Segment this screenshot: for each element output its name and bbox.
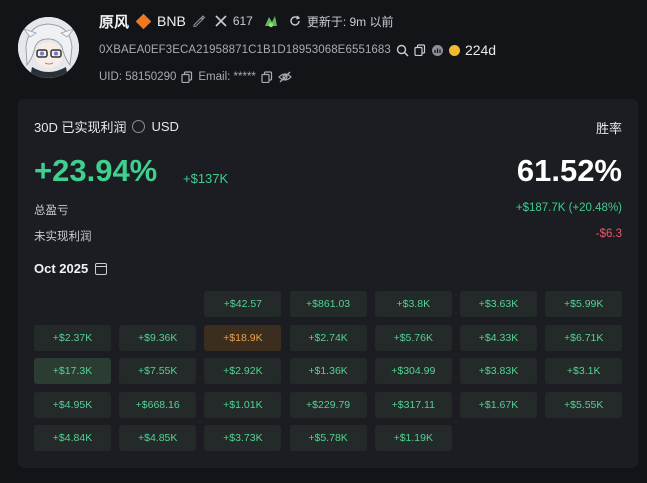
pnl-usd: +$137K (183, 171, 229, 186)
calendar-day-cell[interactable]: +$17.3K (34, 358, 111, 384)
copy-uid-icon[interactable] (181, 71, 193, 83)
calendar-day-cell[interactable]: +$2.37K (34, 324, 111, 351)
calendar-day-cell[interactable]: +$1.19K (374, 425, 452, 451)
total-pnl-label: 总盈亏 (34, 205, 69, 217)
calendar-day-cell[interactable]: +$1.67K (460, 391, 537, 418)
calendar-day-cell[interactable]: +$861.03 (289, 291, 367, 317)
currency-icon (132, 120, 146, 133)
winrate-value: 61.52% (516, 153, 622, 188)
calendar-day-cell[interactable]: +$6.71K (545, 324, 623, 351)
unrealized-label: 未实现利润 (34, 231, 92, 243)
uid-label: UID: 58150290 (99, 71, 177, 83)
calendar-day-cell[interactable]: +$4.85K (119, 425, 197, 451)
calendar-day-cell[interactable]: +$2.74K (289, 324, 367, 351)
calendar-day-cell[interactable]: +$3.8K (374, 291, 452, 317)
chain-label: BNB (157, 13, 186, 29)
calendar-day-cell[interactable]: +$5.55K (545, 391, 623, 418)
calendar-day-cell[interactable]: +$4.33K (460, 324, 537, 351)
calendar-day-cell[interactable]: +$4.95K (34, 391, 111, 418)
wallet-age: 224d (464, 42, 497, 58)
avatar[interactable] (18, 17, 79, 78)
email-label: Email: ***** (198, 71, 256, 83)
wallet-name: 原风 (99, 13, 130, 31)
account-row: UID: 58150290 Email: ***** (99, 68, 292, 86)
x-followers-count: 617 (232, 14, 253, 28)
calendar-day-cell[interactable]: +$5.78K (289, 425, 367, 451)
last-updated: 更新于: 9m 以前 (306, 14, 394, 29)
period-title: 30D 已实现利润 (34, 120, 127, 135)
currency-label: USD (151, 119, 179, 134)
refresh-icon[interactable] (289, 15, 301, 27)
calendar-day-cell[interactable]: +$5.76K (374, 324, 452, 351)
calendar-day-cell[interactable]: +$7.55K (119, 358, 197, 384)
calendar-day-cell[interactable]: +$5.99K (545, 291, 623, 317)
calendar-day-cell[interactable]: +$18.9K (204, 324, 282, 351)
calendar-day-cell[interactable]: +$317.11 (374, 391, 452, 418)
bnb-icon (448, 44, 460, 56)
winrate-label: 胜率 (595, 121, 622, 136)
calendar-day-cell[interactable]: +$9.36K (119, 324, 197, 351)
calendar-day-cell[interactable]: +$1.01K (204, 391, 282, 418)
calendar-day-cell[interactable]: +$3.1K (545, 358, 623, 384)
calendar-day-cell[interactable]: +$1.36K (289, 358, 367, 384)
edit-icon[interactable] (192, 14, 205, 28)
leaf-badge-icon (263, 14, 279, 28)
month-selector[interactable]: Oct 2025 (34, 261, 108, 276)
pnl-percent: +23.94% (34, 153, 158, 188)
calendar-day-cell[interactable]: +$668.16 (119, 391, 197, 418)
pnl-card: 30D 已实现利润 USD 胜率 +23.94% +$137K 61.52% 总… (18, 99, 638, 468)
calendar-day-cell[interactable]: +$3.63K (460, 291, 537, 317)
x-twitter-icon[interactable] (215, 15, 227, 27)
period-selector[interactable]: 30D 已实现利润 USD (34, 117, 179, 136)
search-icon[interactable] (396, 44, 409, 57)
total-pnl-value: +$187.7K (+20.48%) (515, 202, 622, 214)
wallet-address: 0XBAEA0EF3ECA21958871C1B1D18953068E65516… (99, 44, 391, 56)
calendar-day-cell[interactable]: +$229.79 (289, 391, 367, 418)
chain-badge-icon (135, 13, 152, 29)
calendar-day-cell[interactable]: +$42.57 (204, 291, 282, 317)
explorer-icon[interactable] (431, 44, 444, 57)
calendar-day-cell[interactable]: +$2.92K (204, 358, 282, 384)
copy-email-icon[interactable] (261, 71, 273, 83)
copy-icon[interactable] (414, 44, 426, 56)
avatar-image (18, 17, 79, 78)
profile-title-row: 原风 BNB 617 更新于: 9m 以前 (99, 11, 394, 31)
month-label: Oct 2025 (34, 261, 89, 276)
calendar-day-cell[interactable]: +$3.73K (204, 425, 282, 451)
unrealized-value: -$6.3 (595, 228, 622, 240)
hide-eye-icon[interactable] (278, 71, 292, 83)
profile-header: 原风 BNB 617 更新于: 9m 以前 0XBAEA0EF3ECA21958… (0, 0, 647, 96)
calendar-day-cell[interactable]: +$4.84K (34, 425, 111, 451)
calendar-icon[interactable] (95, 262, 108, 275)
address-row: 0XBAEA0EF3ECA21958871C1B1D18953068E65516… (99, 40, 496, 60)
calendar-day-cell[interactable]: +$3.83K (460, 358, 537, 384)
calendar-day-cell[interactable]: +$304.99 (374, 358, 452, 384)
